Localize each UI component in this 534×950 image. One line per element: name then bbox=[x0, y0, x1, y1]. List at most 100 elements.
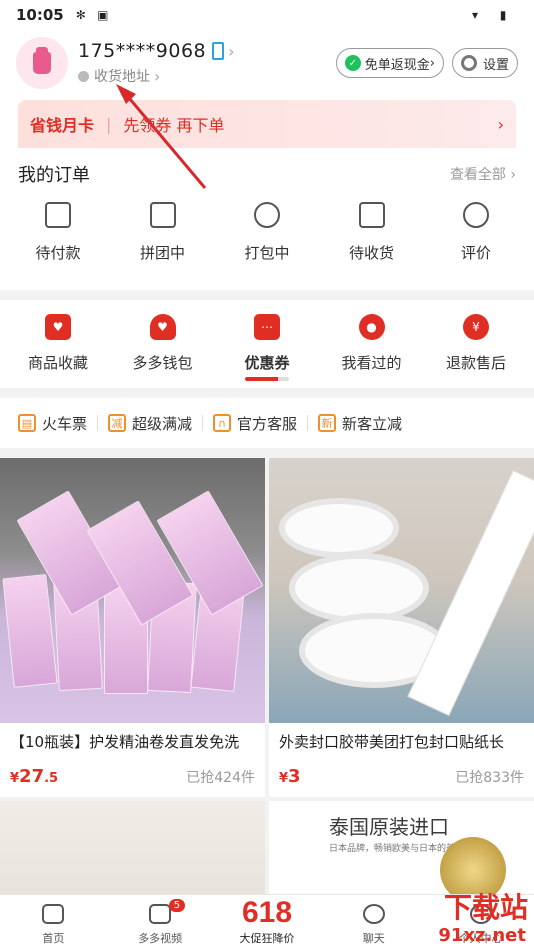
avatar-icon bbox=[33, 47, 51, 74]
clock-icon bbox=[254, 202, 280, 228]
shortcut-label: 退款售后 bbox=[445, 354, 506, 372]
phone-row[interactable]: 175****9068 › bbox=[78, 40, 235, 62]
status-time: 10:05 bbox=[16, 6, 64, 24]
cashback-button[interactable]: ✓ 免单返现金 › bbox=[335, 48, 444, 78]
profile-info: 175****9068 › 收货地址 › bbox=[78, 40, 235, 86]
monthly-card-banner[interactable]: 省钱月卡 | 先领券 再下单 › bbox=[18, 100, 516, 148]
divider bbox=[202, 415, 204, 431]
app-screen: 10:05 ✻ ▣ ▾ ▮ 175****9068 › 收货地址 › ✓ 免单返… bbox=[0, 0, 534, 950]
orders-header: 我的订单 查看全部 › bbox=[18, 152, 516, 196]
order-review[interactable]: 评价 bbox=[436, 202, 516, 263]
order-packing[interactable]: 打包中 bbox=[227, 202, 307, 263]
nav-label: 首页 bbox=[42, 932, 65, 945]
shortcut-favorites[interactable]: ♥ 商品收藏 bbox=[18, 314, 98, 381]
train-icon: ▤ bbox=[18, 414, 36, 432]
video-icon bbox=[149, 904, 172, 924]
nav-label: 聊天 bbox=[362, 932, 385, 945]
wifi-icon: ▾ bbox=[471, 8, 479, 22]
quick-link-discount[interactable]: 减 超级满减 bbox=[108, 413, 192, 434]
chat-icon bbox=[362, 904, 385, 924]
banner-separator: | bbox=[106, 114, 112, 134]
product-card[interactable]: 【10瓶装】护发精油卷发直发免洗 ¥27.5 已抢424件 bbox=[0, 458, 265, 797]
product-sold-count: 已抢833件 bbox=[455, 770, 524, 786]
review-icon bbox=[463, 202, 489, 228]
product-price: ¥27.5 bbox=[10, 766, 59, 787]
quick-link-label: 超级满减 bbox=[132, 414, 193, 433]
new-icon: 新 bbox=[318, 414, 337, 432]
footprint-icon: ● bbox=[358, 314, 385, 340]
product-card[interactable]: 外卖封口胶带美团打包封口贴纸长 ¥3 已抢833件 bbox=[269, 458, 534, 797]
order-item-label: 评价 bbox=[460, 244, 491, 262]
profile-header: 175****9068 › 收货地址 › ✓ 免单返现金 › 设置 bbox=[0, 30, 534, 96]
product-image-tape bbox=[269, 458, 534, 723]
settings-label: 设置 bbox=[482, 57, 509, 73]
app-notification-icon: ▣ bbox=[97, 8, 109, 22]
product-price: ¥3 bbox=[279, 766, 301, 787]
chevron-right-icon: › bbox=[497, 114, 504, 134]
phone-device-icon bbox=[212, 42, 225, 60]
product-price-row: ¥27.5 已抢424件 bbox=[0, 752, 265, 797]
chevron-right-icon: › bbox=[228, 41, 236, 61]
nav-label: 多多视频 bbox=[138, 932, 183, 945]
quick-link-label: 火车票 bbox=[42, 414, 88, 433]
profile-actions: ✓ 免单返现金 › 设置 bbox=[335, 48, 518, 78]
shortcuts-section: ♥ 商品收藏 ♥ 多多钱包 ⋯ 优惠券 ● 我看过的 ¥ 退款售后 bbox=[0, 300, 534, 388]
nav-promo-618[interactable]: 618 大促狂降价 bbox=[214, 895, 321, 950]
watermark-text: 下载站 bbox=[443, 891, 528, 924]
banner-title: 省钱月卡 bbox=[30, 116, 95, 135]
shortcut-wallet[interactable]: ♥ 多多钱包 bbox=[123, 314, 203, 381]
nav-label: 大促狂降价 bbox=[239, 932, 295, 945]
product-name: 外卖封口胶带美团打包封口贴纸长 bbox=[279, 733, 505, 751]
banner-text: 先领券 再下单 bbox=[123, 116, 225, 135]
monthly-card-wrap: 省钱月卡 | 先领券 再下单 › bbox=[0, 96, 534, 152]
nav-home[interactable]: 首页 bbox=[0, 895, 107, 950]
headset-icon: ∩ bbox=[213, 414, 232, 432]
wallet-icon bbox=[45, 202, 71, 228]
order-item-label: 待付款 bbox=[35, 244, 81, 262]
product-image-hair-oil bbox=[0, 458, 265, 723]
check-circle-icon: ✓ bbox=[344, 55, 361, 71]
shortcut-label: 多多钱包 bbox=[132, 354, 193, 372]
location-pin-icon bbox=[78, 70, 89, 82]
quick-links-bar: ▤ 火车票 减 超级满减 ∩ 官方客服 新 新客立减 bbox=[0, 398, 534, 448]
settings-button[interactable]: 设置 bbox=[451, 48, 518, 78]
coupon-icon: ⋯ bbox=[254, 314, 280, 340]
product-price-row: ¥3 已抢833件 bbox=[269, 752, 534, 797]
product-name: 【10瓶装】护发精油卷发直发免洗 bbox=[10, 733, 240, 751]
shortcut-history[interactable]: ● 我看过的 bbox=[332, 314, 412, 381]
order-item-label: 待收货 bbox=[348, 244, 394, 262]
truck-icon bbox=[358, 202, 385, 228]
quick-link-support[interactable]: ∩ 官方客服 bbox=[213, 413, 297, 434]
orders-section: 我的订单 查看全部 › 待付款 拼团中 打包中 待收货 评价 bbox=[0, 152, 534, 290]
avatar[interactable] bbox=[16, 37, 68, 89]
notification-badge: 5 bbox=[168, 899, 186, 912]
site-watermark: 下载站 91xz.net bbox=[390, 888, 532, 948]
order-item-label: 打包中 bbox=[244, 244, 290, 262]
status-bar: 10:05 ✻ ▣ ▾ ▮ bbox=[0, 0, 534, 30]
active-indicator bbox=[245, 377, 289, 381]
nav-video[interactable]: 5 多多视频 bbox=[107, 895, 214, 950]
view-all-link[interactable]: 查看全部 › bbox=[450, 164, 516, 184]
wallet-heart-icon: ♥ bbox=[149, 314, 176, 340]
orders-title: 我的订单 bbox=[18, 165, 90, 186]
address-link[interactable]: 收货地址 › bbox=[78, 66, 235, 86]
order-pending-payment[interactable]: 待付款 bbox=[18, 202, 98, 263]
share-box-icon bbox=[149, 202, 176, 228]
shortcut-label: 我看过的 bbox=[341, 354, 402, 372]
divider bbox=[97, 415, 99, 431]
address-label: 收货地址 bbox=[94, 69, 150, 85]
pinwheel-icon: ✻ bbox=[75, 8, 86, 22]
quick-link-label: 官方客服 bbox=[237, 414, 298, 433]
shortcut-refunds[interactable]: ¥ 退款售后 bbox=[436, 314, 516, 381]
quick-link-train[interactable]: ▤ 火车票 bbox=[18, 413, 87, 434]
yuan-icon: ¥ bbox=[463, 314, 489, 340]
order-group-buying[interactable]: 拼团中 bbox=[123, 202, 203, 263]
order-to-receive[interactable]: 待收货 bbox=[332, 202, 412, 263]
shortcuts-row: ♥ 商品收藏 ♥ 多多钱包 ⋯ 优惠券 ● 我看过的 ¥ 退款售后 bbox=[18, 300, 516, 381]
shortcut-coupons[interactable]: ⋯ 优惠券 bbox=[227, 314, 307, 381]
quick-link-new-customer[interactable]: 新 新客立减 bbox=[318, 413, 402, 434]
promo-618-text: 618 bbox=[241, 896, 293, 929]
battery-icon: ▮ bbox=[499, 8, 507, 22]
cashback-label: 免单返现金 bbox=[364, 57, 430, 73]
order-item-label: 拼团中 bbox=[139, 244, 185, 262]
